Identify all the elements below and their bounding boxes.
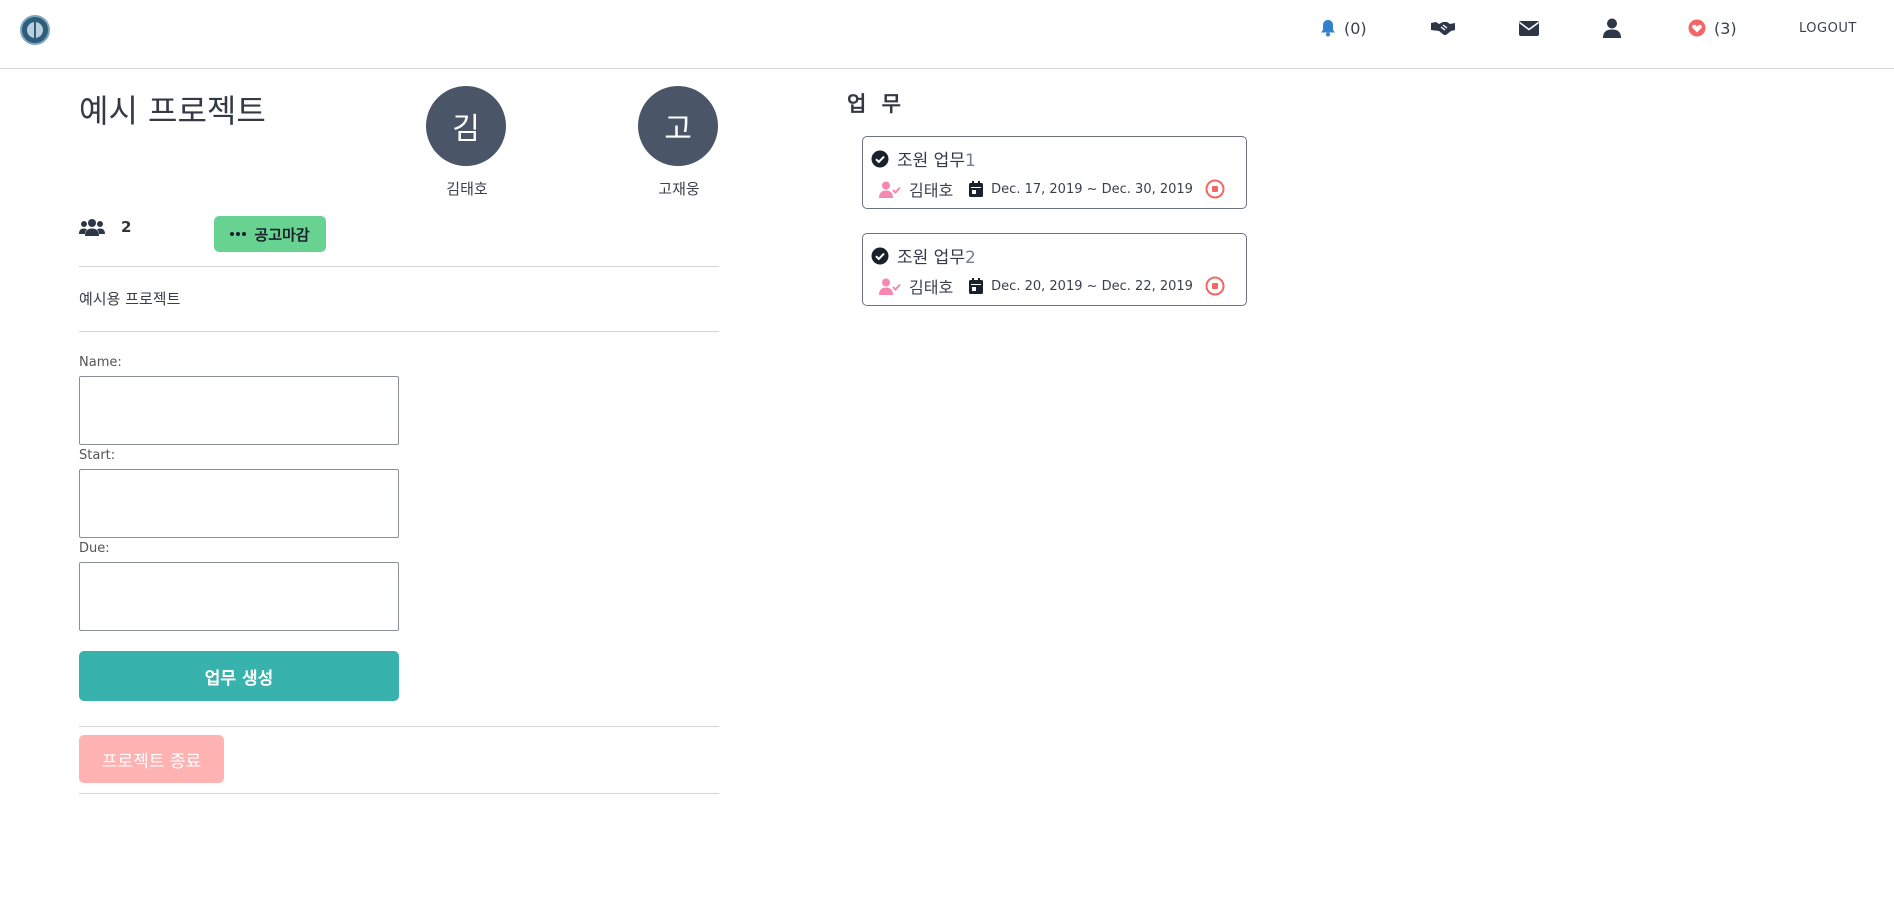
logout-label: LOGOUT	[1799, 20, 1857, 36]
calendar-icon	[969, 278, 984, 294]
top-navbar: (0) (3) LOGOUT	[0, 0, 1894, 69]
logo-icon[interactable]	[20, 15, 50, 45]
task-card[interactable]: 조원 업무2 김태호 Dec. 20, 2019 ~ Dec. 22, 2019	[862, 233, 1247, 306]
name-input[interactable]	[79, 376, 399, 445]
check-circle-icon[interactable]	[871, 247, 889, 265]
member-card[interactable]: 김 김태호	[426, 86, 508, 199]
create-task-button[interactable]: 업무 생성	[79, 651, 399, 701]
divider	[79, 331, 719, 332]
stop-circle-icon[interactable]	[1205, 179, 1225, 199]
messages-button[interactable]	[1518, 16, 1540, 40]
likes-count: (3)	[1714, 18, 1737, 38]
profile-button[interactable]	[1602, 16, 1622, 40]
member-name: 고재웅	[658, 180, 700, 198]
task-owner: 김태호	[909, 278, 954, 297]
task-number: 2	[964, 248, 976, 268]
handshake-icon	[1431, 22, 1455, 35]
task-card[interactable]: 조원 업무1 김태호 Dec. 17, 2019 ~ Dec. 30, 2019	[862, 136, 1247, 209]
logout-link[interactable]: LOGOUT	[1799, 16, 1857, 40]
users-icon	[79, 219, 105, 236]
task-dates: Dec. 20, 2019 ~ Dec. 22, 2019	[991, 278, 1193, 294]
user-check-icon	[879, 278, 901, 295]
notifications-button[interactable]: (0)	[1320, 16, 1367, 40]
envelope-icon	[1519, 20, 1539, 36]
divider	[79, 726, 719, 727]
bell-icon	[1321, 20, 1335, 37]
avatar: 고	[638, 86, 718, 166]
task-title: 조원 업무1	[897, 151, 976, 171]
task-owner: 김태호	[909, 181, 954, 200]
member-count: 2	[121, 218, 132, 236]
collaboration-button[interactable]	[1430, 16, 1456, 40]
divider	[79, 266, 719, 267]
name-label: Name:	[79, 355, 122, 370]
user-check-icon	[879, 181, 901, 198]
project-description: 예시용 프로젝트	[79, 290, 181, 308]
project-title: 예시 프로젝트	[79, 92, 266, 130]
calendar-icon	[969, 181, 984, 197]
tasks-heading: 업 무	[847, 92, 905, 116]
recruit-closed-badge[interactable]: 공고마감	[214, 216, 326, 252]
due-label: Due:	[79, 541, 110, 556]
heart-icon	[1688, 19, 1706, 37]
likes-button[interactable]: (3)	[1688, 16, 1737, 40]
avatar: 김	[426, 86, 506, 166]
ellipsis-icon	[230, 232, 247, 236]
start-label: Start:	[79, 448, 116, 463]
divider	[79, 793, 719, 794]
user-icon	[1603, 18, 1621, 38]
member-card[interactable]: 고 고재웅	[638, 86, 720, 199]
stop-circle-icon[interactable]	[1205, 276, 1225, 296]
member-name: 김태호	[446, 180, 488, 198]
recruit-label: 공고마감	[254, 225, 310, 244]
end-project-button[interactable]: 프로젝트 종료	[79, 735, 224, 783]
task-title: 조원 업무2	[897, 248, 976, 268]
task-number: 1	[964, 151, 976, 171]
due-input[interactable]	[79, 562, 399, 631]
check-circle-icon[interactable]	[871, 150, 889, 168]
member-count-row: 2	[79, 218, 131, 236]
task-dates: Dec. 17, 2019 ~ Dec. 30, 2019	[991, 181, 1193, 197]
notifications-count: (0)	[1344, 18, 1367, 38]
start-input[interactable]	[79, 469, 399, 538]
